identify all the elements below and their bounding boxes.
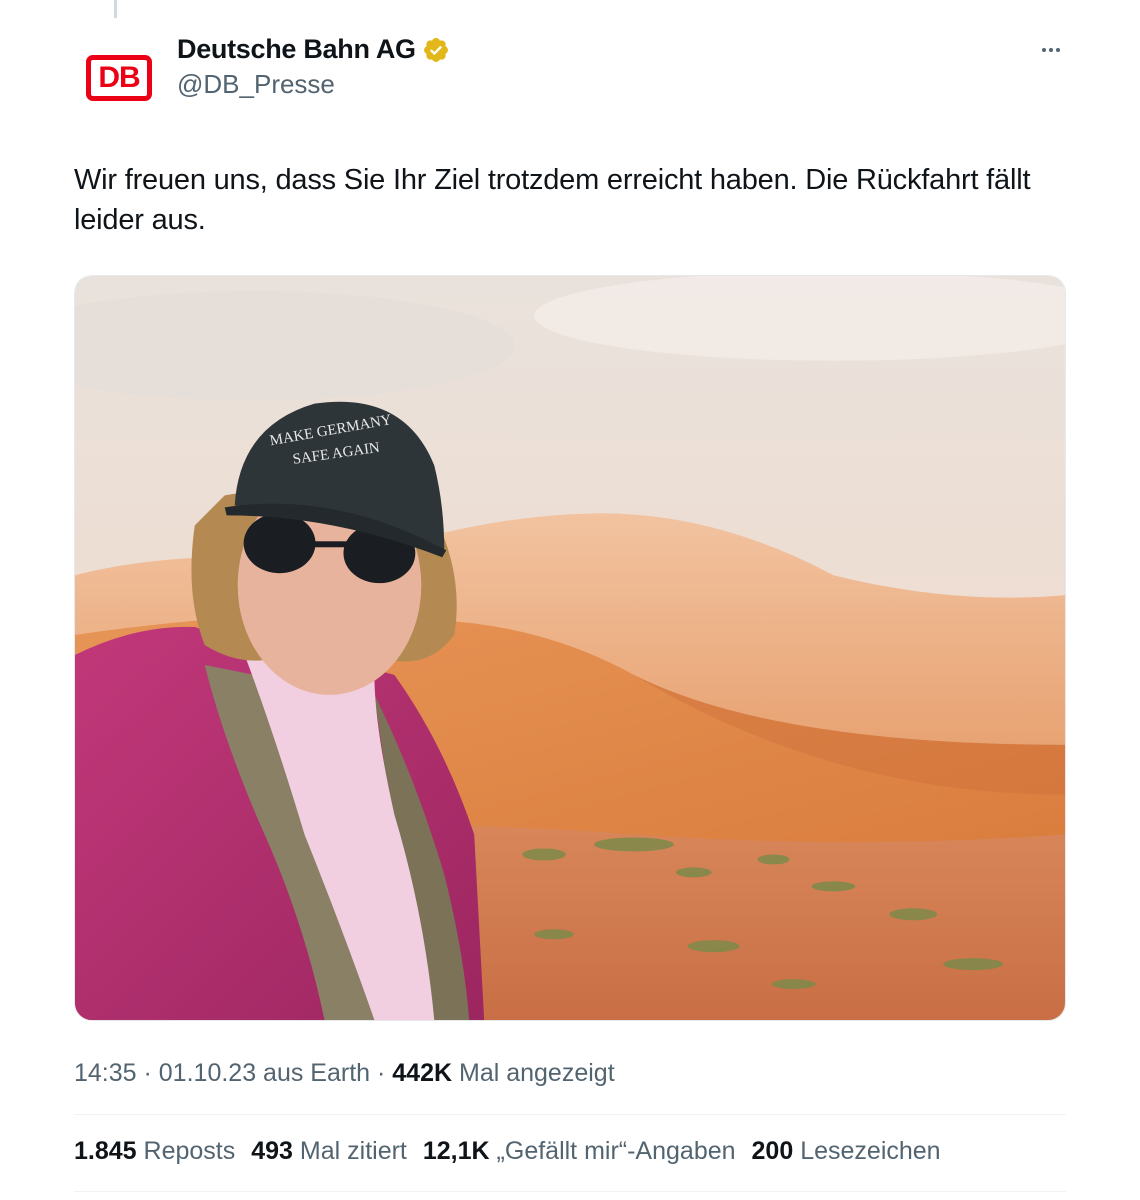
more-dot bbox=[1056, 48, 1060, 52]
tweet-media-image[interactable]: MAKE GERMANY SAFE AGAIN bbox=[74, 275, 1066, 1021]
more-dot bbox=[1049, 48, 1053, 52]
bookmarks-stat[interactable]: 200 Lesezeichen bbox=[752, 1137, 941, 1166]
quotes-stat[interactable]: 493 Mal zitiert bbox=[251, 1137, 407, 1166]
tweet-detail: DB Deutsche Bahn AG @DB_Presse Wir freue… bbox=[0, 0, 1140, 1200]
reposts-label: Reposts bbox=[143, 1137, 236, 1165]
meta-separator: · bbox=[370, 1059, 393, 1087]
reposts-stat[interactable]: 1.845 Reposts bbox=[74, 1137, 235, 1166]
likes-label: „Gefällt mir“-Angaben bbox=[496, 1137, 736, 1165]
quotes-label: Mal zitiert bbox=[299, 1137, 407, 1165]
name-row: Deutsche Bahn AG bbox=[177, 34, 450, 65]
tweet-time[interactable]: 14:35 bbox=[74, 1059, 137, 1087]
view-label: Mal angezeigt bbox=[452, 1059, 615, 1087]
user-handle[interactable]: @DB_Presse bbox=[177, 69, 450, 100]
desert-photo: MAKE GERMANY SAFE AGAIN bbox=[75, 276, 1065, 1020]
more-horizontal-icon[interactable] bbox=[1036, 38, 1066, 62]
tweet-stats: 1.845 Reposts 493 Mal zitiert 12,1K „Gef… bbox=[74, 1137, 941, 1166]
bookmarks-count: 200 bbox=[751, 1137, 794, 1165]
meta-separator: · bbox=[136, 1059, 159, 1087]
more-dot bbox=[1042, 48, 1046, 52]
tweet-meta: 14:35 · 01.10.23 aus Earth · 442K Mal an… bbox=[74, 1059, 615, 1088]
divider bbox=[74, 1114, 1066, 1115]
reposts-count: 1.845 bbox=[74, 1137, 137, 1165]
db-logo: DB bbox=[86, 55, 152, 101]
thread-connector-line bbox=[114, 0, 117, 18]
tweet-source: aus Earth bbox=[256, 1059, 371, 1087]
tweet-date[interactable]: 01.10.23 bbox=[159, 1059, 256, 1087]
verified-badge-icon[interactable] bbox=[422, 36, 450, 64]
view-count: 442K bbox=[392, 1059, 453, 1087]
tweet-header: Deutsche Bahn AG @DB_Presse bbox=[177, 34, 450, 100]
quotes-count: 493 bbox=[251, 1137, 293, 1165]
likes-stat[interactable]: 12,1K „Gefällt mir“-Angaben bbox=[423, 1137, 736, 1166]
bookmarks-label: Lesezeichen bbox=[800, 1137, 941, 1165]
divider bbox=[74, 1191, 1066, 1192]
likes-count: 12,1K bbox=[422, 1137, 490, 1165]
display-name[interactable]: Deutsche Bahn AG bbox=[177, 34, 416, 65]
tweet-text: Wir freuen uns, dass Sie Ihr Ziel trotzd… bbox=[74, 164, 1031, 236]
avatar[interactable]: DB bbox=[74, 33, 164, 123]
